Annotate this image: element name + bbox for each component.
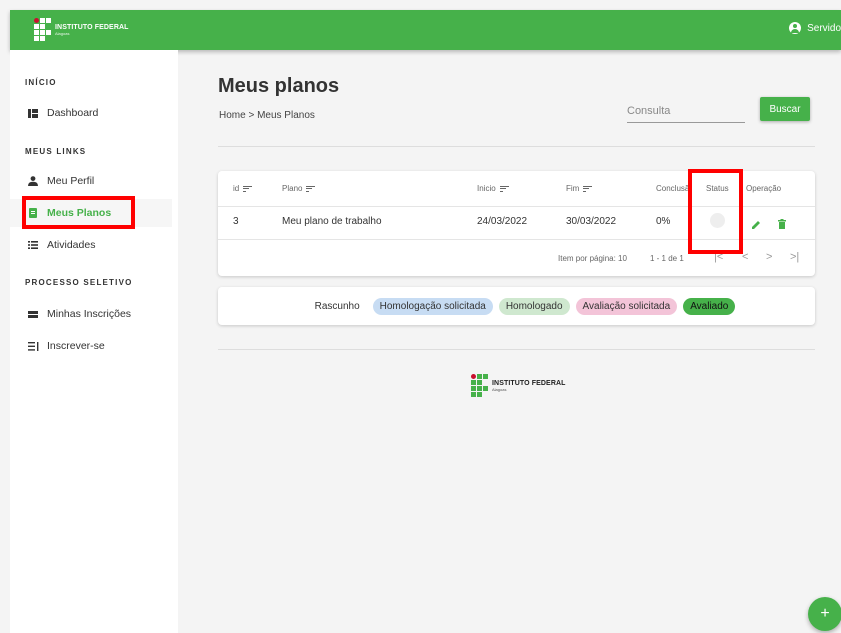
- cell-plano[interactable]: Meu plano de trabalho: [282, 216, 382, 227]
- cell-id: 3: [233, 216, 239, 227]
- legend-chip-avaliado: Avaliado: [683, 297, 736, 315]
- column-header-id[interactable]: id: [233, 184, 253, 193]
- form-list-icon: [26, 341, 40, 351]
- cell-inicio: 24/03/2022: [477, 216, 528, 227]
- dashboard-icon: [26, 108, 40, 118]
- breadcrumb[interactable]: Home > Meus Planos: [219, 110, 315, 121]
- list-icon: [26, 241, 40, 249]
- sidebar-section-inicio: INÍCIO: [25, 78, 57, 87]
- sidebar-section-processo-seletivo: PROCESSO SELETIVO: [25, 278, 133, 287]
- logo-title: INSTITUTO FEDERAL: [55, 23, 129, 31]
- delete-trash-icon[interactable]: [778, 216, 786, 234]
- sort-icon: [583, 185, 593, 192]
- items-per-page-label[interactable]: Item por página: 10: [558, 254, 627, 263]
- status-legend: Rascunho Homologação solicitada Homologa…: [218, 287, 815, 325]
- card-icon: [26, 310, 40, 318]
- sidebar-item-label: Minhas Inscrições: [47, 308, 132, 320]
- legend-chip-homologado: Homologado: [498, 297, 570, 315]
- footer-divider: [218, 349, 815, 350]
- footer-logo: INSTITUTO FEDERAL Alagoas: [471, 374, 566, 397]
- sort-icon: [499, 185, 509, 192]
- sidebar-item-atividades[interactable]: Atividades: [10, 231, 172, 259]
- sidebar-item-label: Inscrever-se: [47, 340, 105, 352]
- sidebar-item-inscrever-se[interactable]: Inscrever-se: [10, 332, 172, 360]
- divider: [218, 146, 815, 147]
- add-plan-button[interactable]: +: [808, 597, 841, 631]
- page-title: Meus planos: [218, 75, 340, 97]
- pagination-range: 1 - 1 de 1: [650, 254, 684, 263]
- column-header-plano[interactable]: Plano: [282, 184, 316, 193]
- sidebar: INÍCIO Dashboard MEUS LINKS Meu Perfil M…: [10, 50, 178, 633]
- top-app-bar: INSTITUTO FEDERAL Alagoas Servido: [10, 10, 841, 50]
- sidebar-item-label: Atividades: [47, 239, 96, 251]
- sidebar-item-label: Dashboard: [47, 107, 99, 119]
- column-header-conclusao[interactable]: Conclusã: [656, 184, 689, 193]
- header-logo[interactable]: INSTITUTO FEDERAL Alagoas: [34, 18, 129, 41]
- highlight-box-meus-planos: [22, 196, 135, 229]
- last-page-icon[interactable]: >|: [790, 251, 799, 263]
- if-logo-icon: [34, 18, 51, 41]
- column-header-fim[interactable]: Fim: [566, 184, 593, 193]
- sidebar-item-label: Meu Perfil: [47, 175, 95, 187]
- next-page-icon[interactable]: >: [766, 251, 772, 263]
- account-circle-icon: [789, 22, 802, 34]
- logo-subtitle: Alagoas: [55, 30, 70, 36]
- if-logo-icon: [471, 374, 488, 397]
- sort-icon: [306, 185, 316, 192]
- edit-pencil-icon[interactable]: [752, 216, 761, 234]
- sidebar-item-minhas-inscricoes[interactable]: Minhas Inscrições: [10, 300, 172, 328]
- search-input[interactable]: [627, 99, 745, 123]
- column-header-inicio[interactable]: Inicio: [477, 184, 509, 193]
- footer-logo-subtitle: Alagoas: [492, 386, 507, 392]
- legend-chip-homologacao-solicitada: Homologação solicitada: [372, 297, 493, 315]
- sidebar-item-meu-perfil[interactable]: Meu Perfil: [10, 167, 172, 195]
- legend-chip-rascunho: Rascunho: [307, 297, 367, 315]
- cell-conclusao: 0%: [656, 216, 671, 227]
- sort-icon: [243, 185, 253, 192]
- user-menu[interactable]: Servido: [789, 22, 841, 34]
- footer-logo-title: INSTITUTO FEDERAL: [492, 379, 566, 387]
- column-header-operacao: Operação: [746, 184, 782, 193]
- cell-fim: 30/03/2022: [566, 216, 617, 227]
- sidebar-section-meus-links: MEUS LINKS: [25, 147, 87, 156]
- highlight-box-status: [688, 169, 743, 254]
- user-label: Servido: [807, 22, 841, 34]
- person-icon: [26, 176, 40, 186]
- sidebar-item-dashboard[interactable]: Dashboard: [10, 99, 172, 127]
- legend-chip-avaliacao-solicitada: Avaliação solicitada: [575, 297, 678, 315]
- search-button[interactable]: Buscar: [760, 97, 810, 121]
